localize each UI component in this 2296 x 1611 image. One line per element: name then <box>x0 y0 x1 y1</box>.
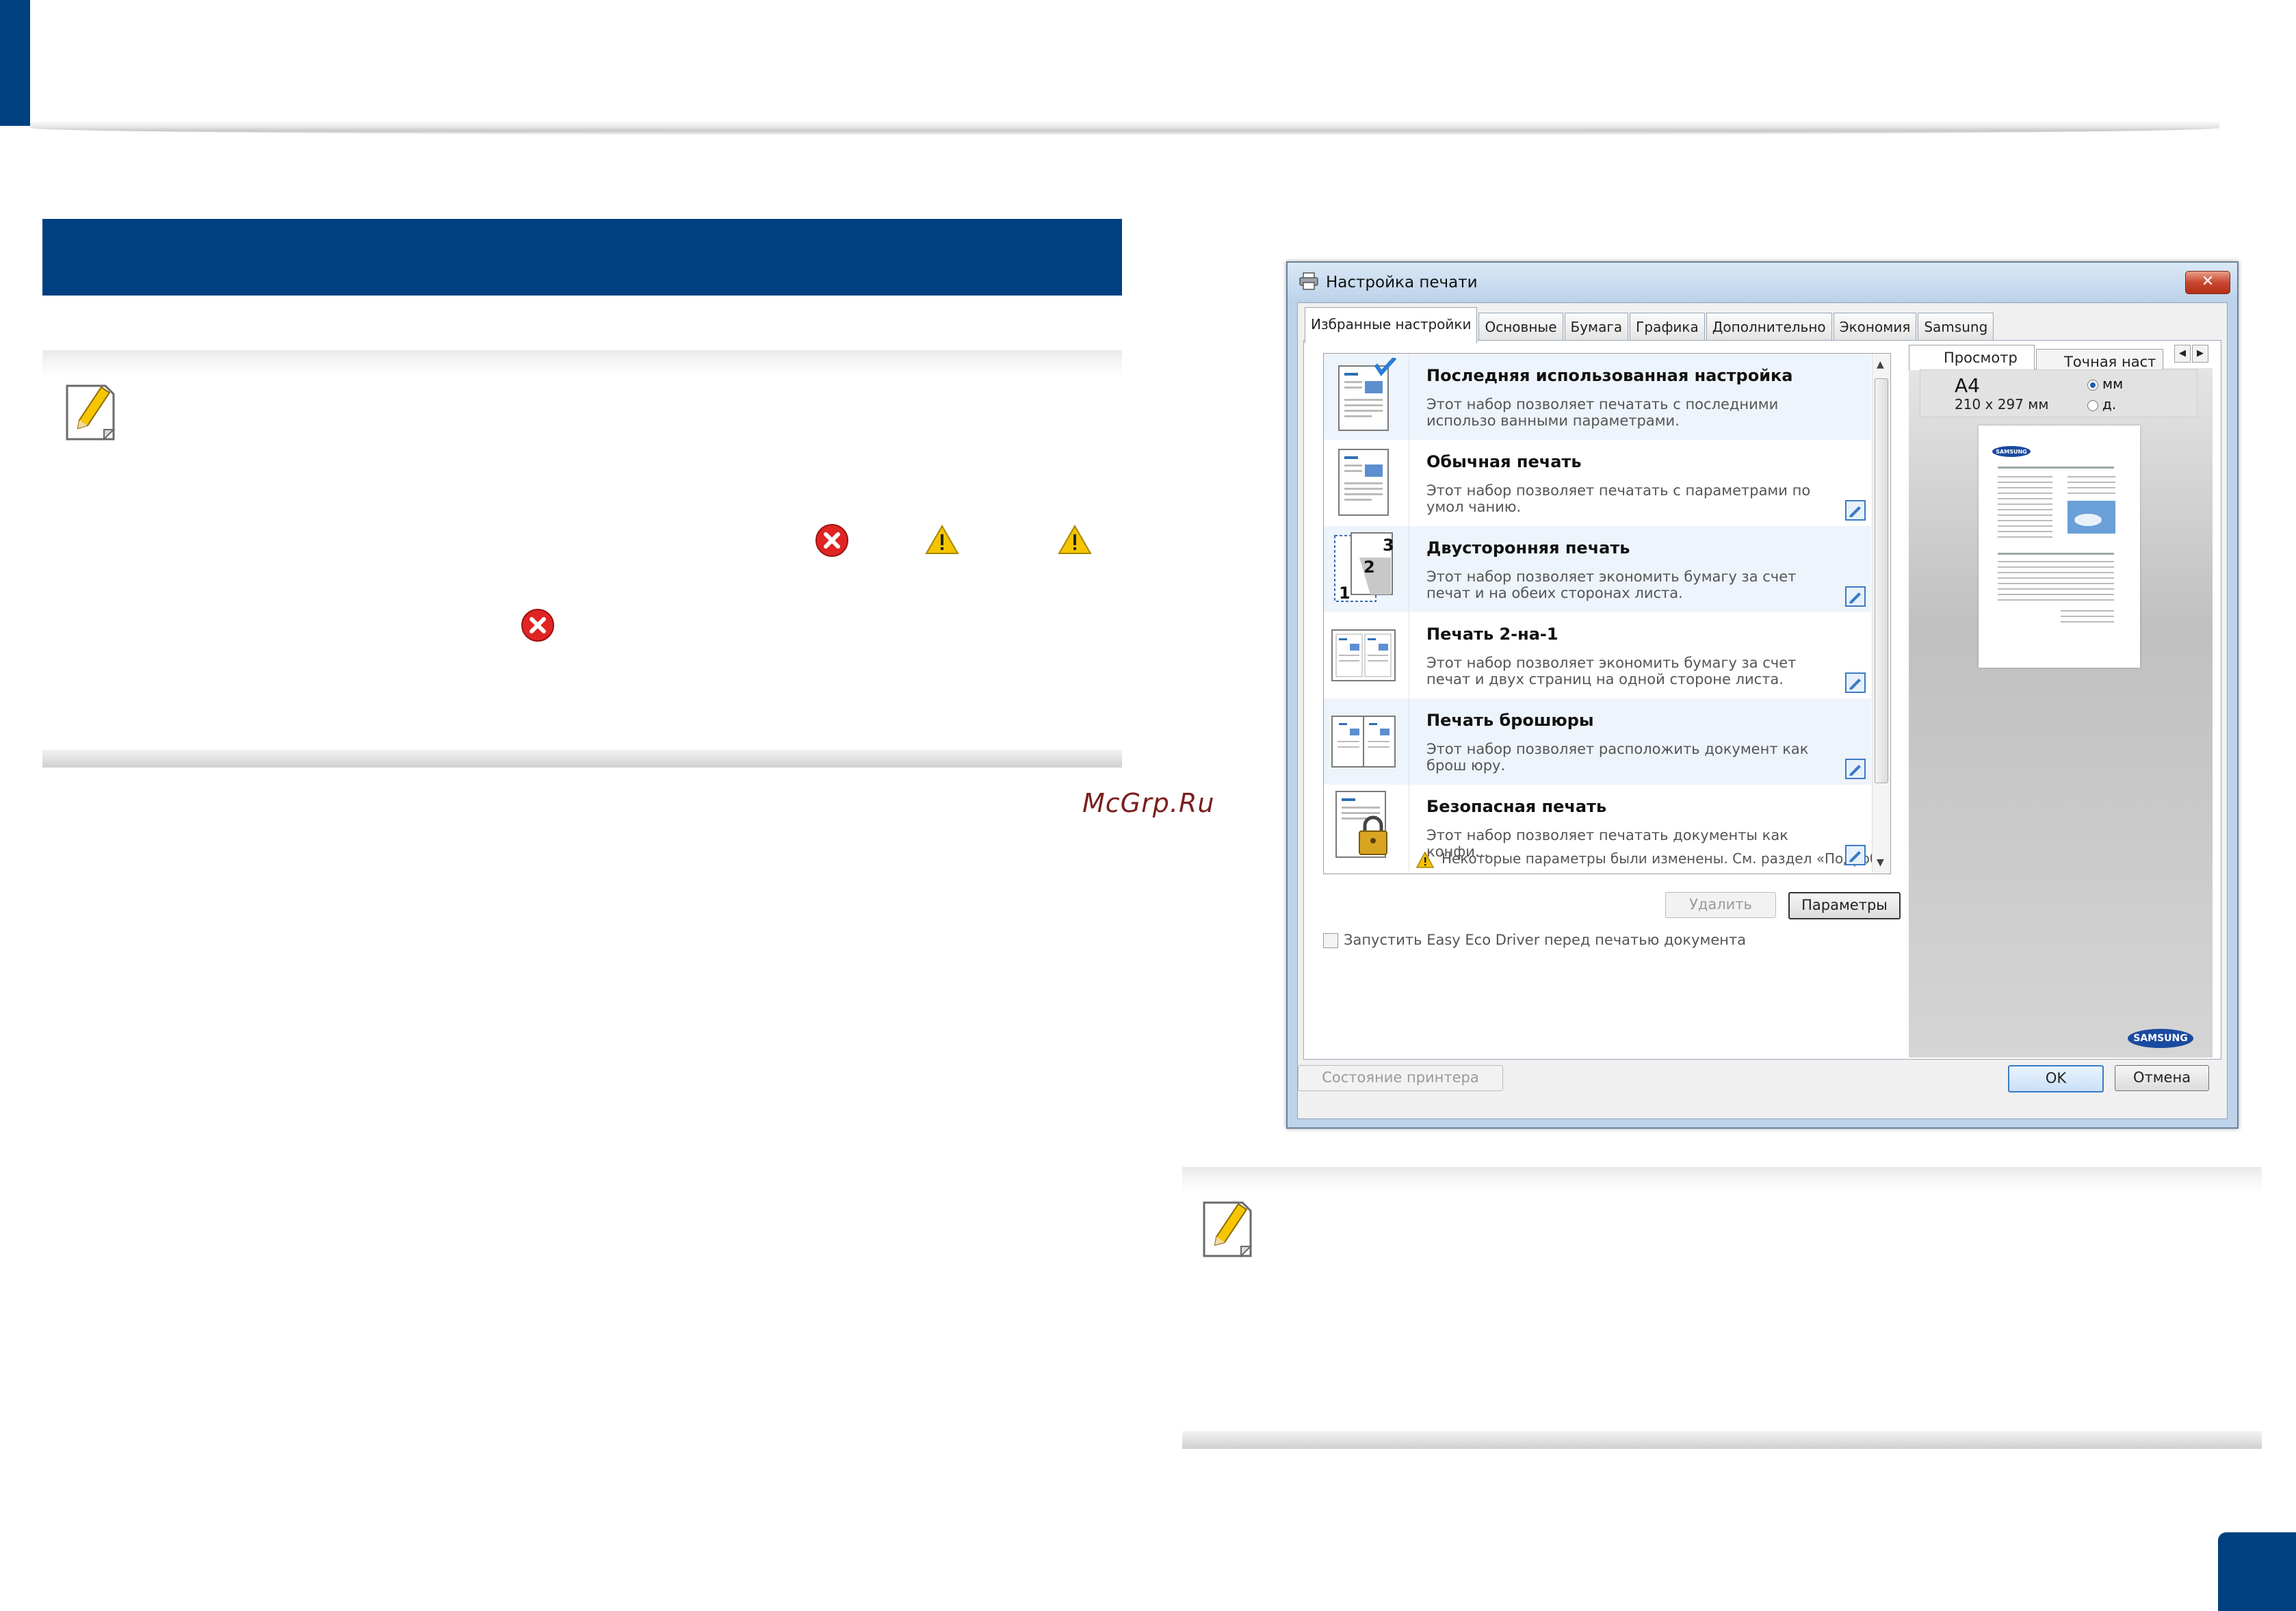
samsung-logo: SAMSUNG <box>2128 1029 2193 1048</box>
booklet-pages-icon <box>1331 716 1396 768</box>
tab-preview[interactable]: Просмотр <box>1909 345 2035 370</box>
preview-pane: Просмотр Точная наст ◀ ▶ A4 210 x 297 мм … <box>1909 341 2213 1058</box>
tab-strip: Избранные настройки Основные Бумага Граф… <box>1305 307 1995 343</box>
preset-list[interactable]: Последняя использованная настройка Этот … <box>1323 353 1891 874</box>
duplex-page-number: 3 <box>1383 536 1394 555</box>
tab-advanced[interactable]: Дополнительно <box>1706 313 1832 341</box>
document-thumbnail-icon <box>1338 449 1389 516</box>
list-item[interactable]: Печать 2-на-1 Этот набор позволяет эконо… <box>1324 612 1871 698</box>
list-item[interactable]: Печать брошюры Этот набор позволяет расп… <box>1324 698 1871 785</box>
eco-driver-option[interactable]: Запустить Easy Eco Driver перед печатью … <box>1323 932 1746 948</box>
note-box-left <box>42 350 1122 768</box>
paper-name: A4 <box>1955 374 1980 397</box>
paper-size: 210 x 297 мм <box>1955 396 2049 412</box>
scroll-up-icon[interactable]: ▲ <box>1877 359 1884 370</box>
list-item[interactable]: Обычная печать Этот набор позволяет печа… <box>1324 440 1871 526</box>
preview-logo-text: SAMSUNG <box>1996 449 2026 455</box>
scroll-thumb[interactable] <box>1875 378 1888 783</box>
radio-unselected[interactable] <box>2087 400 2098 411</box>
duplex-pages-icon: 3 2 1 <box>1334 532 1394 603</box>
error-icon <box>816 524 848 557</box>
two-up-pages-icon <box>1331 629 1396 681</box>
edit-preset-icon[interactable] <box>1845 500 1866 521</box>
favorites-tab-panel: Последняя использованная настройка Этот … <box>1303 340 2221 1060</box>
tab-paper[interactable]: Бумага <box>1564 313 1629 341</box>
preset-title: Печать 2-на-1 <box>1426 625 1558 644</box>
tab-scroll-left-icon[interactable]: ◀ <box>2174 345 2191 363</box>
print-settings-dialog: Настройка печати ✕ Избранные настройки О… <box>1286 261 2239 1129</box>
edit-preset-icon[interactable] <box>1845 759 1866 779</box>
secure-print-lock-icon <box>1335 791 1387 858</box>
radio-selected[interactable] <box>2087 379 2098 391</box>
eco-driver-label: Запустить Easy Eco Driver перед печатью … <box>1344 932 1747 948</box>
preview-tab-scroll: ◀ ▶ <box>2173 345 2208 363</box>
delete-button[interactable]: Удалить <box>1665 892 1776 918</box>
note-pencil-icon <box>66 384 116 441</box>
warning-icon <box>925 524 959 554</box>
preset-description: Этот набор позволяет экономить бумагу за… <box>1426 655 1797 687</box>
list-item[interactable]: 3 2 1 Двусторонняя печать Этот набор поз… <box>1324 526 1871 612</box>
section-heading-bar <box>42 219 1122 296</box>
error-icon <box>521 609 554 642</box>
page-preview: SAMSUNG <box>1979 425 2140 668</box>
duplex-page-number: 2 <box>1364 558 1375 577</box>
tab-basic[interactable]: Основные <box>1478 313 1563 341</box>
preset-warning: Некоторые параметры были изменены. См. р… <box>1416 850 1891 869</box>
note-bottom-rule <box>42 750 1122 768</box>
note-pencil-icon <box>1203 1201 1253 1258</box>
scroll-down-icon[interactable]: ▼ <box>1877 857 1884 868</box>
tab-samsung[interactable]: Samsung <box>1918 313 1994 341</box>
unit-mm-label: мм <box>2102 376 2124 392</box>
paper-info: A4 210 x 297 мм мм д. <box>1920 369 2197 417</box>
ok-button[interactable]: OK <box>2008 1065 2104 1092</box>
tab-favorites[interactable]: Избранные настройки <box>1305 307 1478 343</box>
printer-icon <box>1299 272 1318 290</box>
preset-description: Этот набор позволяет экономить бумагу за… <box>1426 568 1797 601</box>
warning-icon <box>1416 850 1435 868</box>
preset-description: Этот набор позволяет печатать с параметр… <box>1426 482 1811 515</box>
parameters-button[interactable]: Параметры <box>1788 892 1901 919</box>
preset-list-scrollbar[interactable]: ▲ ▼ <box>1872 354 1890 874</box>
eco-driver-checkbox[interactable] <box>1323 933 1338 948</box>
warning-icon <box>1058 524 1092 554</box>
page-number-tab <box>2218 1532 2296 1611</box>
dialog-titlebar[interactable]: Настройка печати ✕ <box>1288 263 2237 301</box>
header-rule <box>30 120 2219 135</box>
printer-status-button[interactable]: Состояние принтера <box>1298 1065 1503 1091</box>
tab-eco[interactable]: Экономия <box>1833 313 1917 341</box>
header-accent <box>0 0 30 126</box>
note-box-right <box>1182 1167 2262 1449</box>
tab-scroll-right-icon[interactable]: ▶ <box>2192 345 2208 363</box>
duplex-page-number: 1 <box>1339 584 1351 603</box>
list-item[interactable]: Последняя использованная настройка Этот … <box>1324 354 1871 440</box>
preset-title: Двусторонняя печать <box>1426 538 1630 558</box>
document-thumbnail-icon <box>1338 358 1397 431</box>
preset-title: Обычная печать <box>1426 452 1582 471</box>
cancel-button[interactable]: Отмена <box>2115 1065 2209 1091</box>
unit-mm-radio[interactable]: мм <box>2087 376 2123 392</box>
preset-title: Печать брошюры <box>1426 711 1594 730</box>
preset-title: Последняя использованная настройка <box>1426 366 1793 385</box>
unit-inch-radio[interactable]: д. <box>2087 396 2116 412</box>
unit-inch-label: д. <box>2102 396 2117 412</box>
tab-graphics[interactable]: Графика <box>1630 313 1705 341</box>
dialog-title: Настройка печати <box>1326 274 1478 291</box>
preview-tab-strip: Просмотр Точная наст ◀ ▶ <box>1909 341 2213 374</box>
preset-warning-text: Некоторые параметры были изменены. См. р… <box>1441 850 1891 867</box>
edit-preset-icon[interactable] <box>1845 586 1866 607</box>
page-preview-image: SAMSUNG <box>1992 446 2115 623</box>
edit-preset-icon[interactable] <box>1845 672 1866 693</box>
preset-title: Безопасная печать <box>1426 797 1607 816</box>
preset-description: Этот набор позволяет расположить докумен… <box>1426 741 1809 774</box>
list-item[interactable]: Безопасная печать Этот набор позволяет п… <box>1324 785 1890 871</box>
edit-preset-icon[interactable] <box>1845 845 1866 865</box>
close-button[interactable]: ✕ <box>2185 271 2230 294</box>
preset-description: Этот набор позволяет печатать с последни… <box>1426 396 1779 429</box>
note-bottom-rule <box>1182 1431 2262 1449</box>
dialog-client-area: Избранные настройки Основные Бумага Граф… <box>1297 302 2228 1119</box>
watermark: McGrp.Ru <box>1082 788 1215 818</box>
